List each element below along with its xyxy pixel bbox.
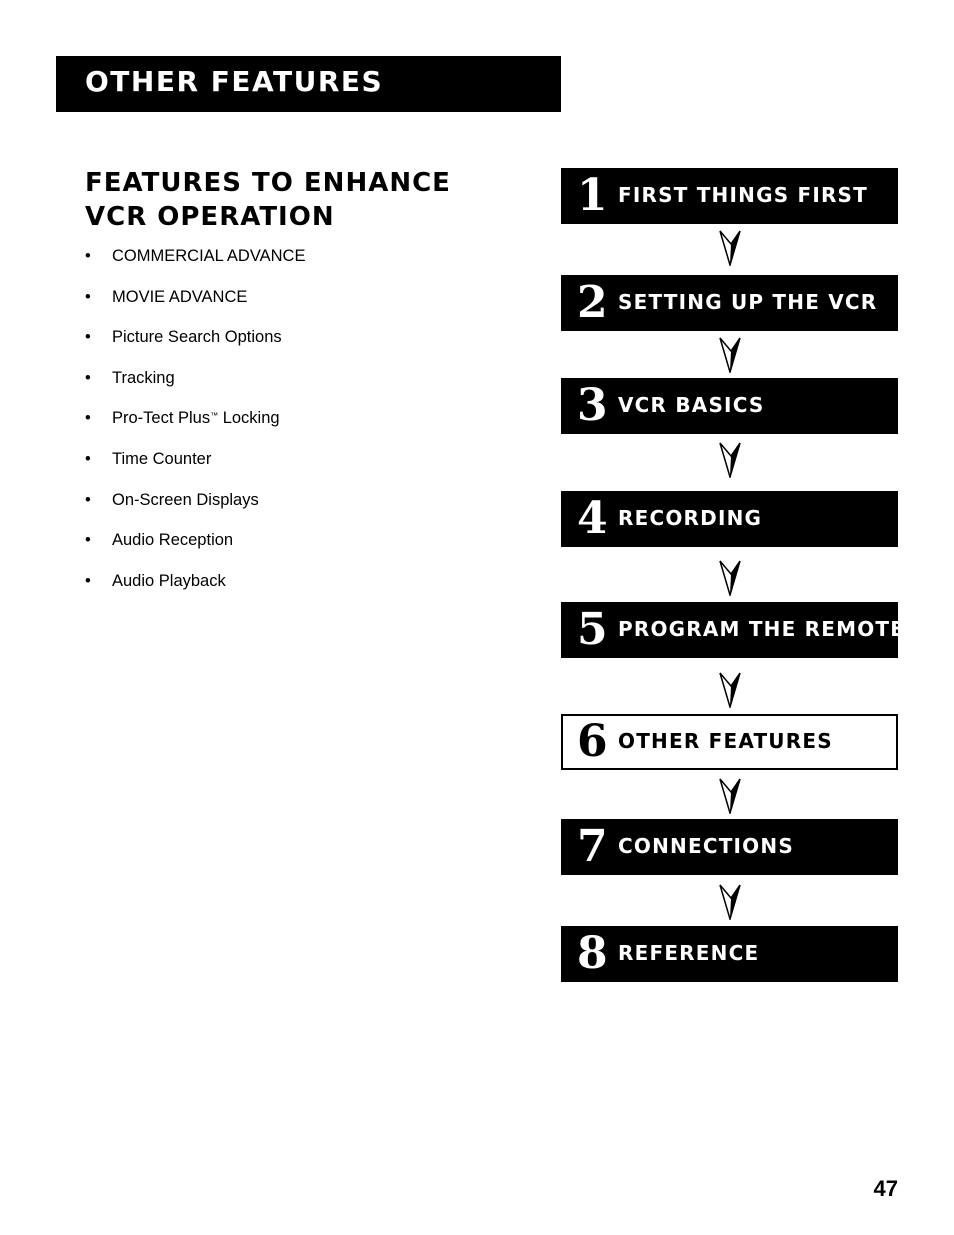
chapter-number: 5 — [577, 604, 608, 655]
page-header-banner: Other Features — [56, 56, 561, 112]
bullet: • — [85, 571, 91, 590]
chapter-label: First Things First — [618, 183, 869, 207]
list-item-text: Tracking — [112, 368, 175, 387]
list-item-main-text: Pro-Tect Plus — [112, 409, 211, 428]
chapter-step-connections: 7 Connections — [561, 819, 898, 875]
arrow-down-icon — [719, 778, 741, 814]
list-item-text: On-Screen Displays — [112, 490, 259, 509]
list-item-text: Picture Search Options — [112, 328, 282, 347]
chapter-number: 2 — [577, 277, 608, 328]
chapter-label: Setting Up the VCR — [618, 290, 878, 314]
list-item-text: MOVIE ADVANCE — [112, 287, 248, 306]
chapter-label: Other Features — [618, 729, 833, 753]
bullet: • — [85, 287, 91, 306]
bullet: • — [85, 449, 91, 468]
chapter-number: 7 — [577, 821, 608, 872]
section-title: Features to Enhance VCR Operation — [85, 168, 451, 232]
bullet: • — [85, 247, 91, 265]
chapter-step-reference: 8 Reference — [561, 926, 898, 982]
arrow-down-icon — [719, 442, 741, 478]
arrow-down-icon — [719, 560, 741, 596]
list-item-suffix-text: Locking — [218, 409, 280, 428]
bullet: • — [85, 490, 91, 509]
chapter-step-other-features-current: 6 Other Features — [561, 714, 898, 770]
chapter-step-setting-up-the-vcr: 2 Setting Up the VCR — [561, 275, 898, 331]
chapter-step-vcr-basics: 3 VCR Basics — [561, 378, 898, 434]
bullet: • — [85, 531, 91, 550]
bullet: • — [85, 328, 91, 347]
page-header-title: Other Features — [85, 65, 384, 98]
list-item-text: Time Counter — [112, 449, 212, 468]
chapter-number: 4 — [577, 493, 608, 544]
arrow-down-icon — [719, 337, 741, 373]
chapter-step-recording: 4 Recording — [561, 491, 898, 547]
list-item-text: Audio Reception — [112, 531, 234, 550]
arrow-down-icon — [719, 672, 741, 708]
page-number: 47 — [873, 1176, 898, 1201]
arrow-down-icon — [719, 230, 741, 266]
chapter-label: Reference — [618, 941, 760, 965]
chapter-step-first-things-first: 1 First Things First — [561, 168, 898, 224]
arrow-down-icon — [719, 884, 741, 920]
chapter-label: VCR Basics — [618, 393, 765, 417]
bullet: • — [85, 368, 91, 387]
list-item-text: COMMERCIAL ADVANCE — [112, 247, 306, 265]
chapter-number: 8 — [577, 928, 608, 979]
chapter-number: 1 — [577, 170, 608, 221]
chapter-number: 6 — [577, 716, 608, 767]
chapter-number: 3 — [577, 380, 608, 431]
trademark-symbol: ™ — [210, 411, 219, 421]
list-item-text: Audio Playback — [112, 571, 226, 590]
chapter-label: Recording — [618, 506, 763, 530]
bullet: • — [85, 409, 91, 428]
chapter-label: Program the Remote — [618, 617, 906, 641]
chapter-step-program-the-remote: 5 Program the Remote — [561, 602, 904, 658]
list-item-text: Pro-Tect Plus™ Locking — [112, 407, 280, 429]
chapter-label: Connections — [618, 834, 794, 858]
